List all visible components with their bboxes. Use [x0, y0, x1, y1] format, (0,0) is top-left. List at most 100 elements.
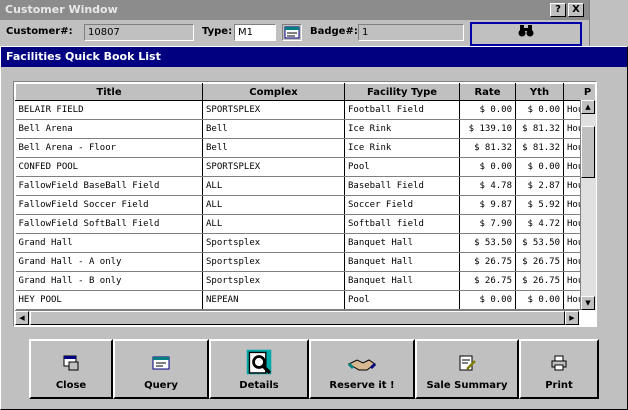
vertical-scrollbar[interactable]: ▲ ▼ — [580, 100, 596, 310]
vertical-scroll-thumb[interactable] — [581, 126, 595, 178]
table-row[interactable]: Grand Hall - B only Sportsplex Banquet Hal… — [15, 271, 595, 291]
table-cell: Grand Hall — [15, 233, 203, 253]
table-cell: $ 0.00 — [459, 290, 516, 310]
close-button-label: Close — [55, 380, 87, 391]
table-cell: $ 53.50 — [459, 233, 516, 253]
table-cell: $ 81.32 — [459, 138, 516, 158]
table-cell: $ 0.00 — [459, 157, 516, 177]
query-button[interactable]: Query — [113, 339, 209, 399]
table-row[interactable]: CONFED POOL SPORTSPLEX Pool $ 0.00 $ 0.00 Hou… — [15, 157, 595, 177]
table-cell: Ice Rink — [344, 119, 460, 139]
table-cell: Ice Rink — [344, 138, 460, 158]
table-cell: $ 7.90 — [459, 214, 516, 234]
table-cell: $ 139.10 — [459, 119, 516, 139]
horizontal-scrollbar[interactable]: ◀ ▶ — [15, 310, 579, 325]
header-row: Title Complex Facility Type Rate Yth P — [15, 83, 595, 101]
table-cell: $ 26.75 — [515, 271, 564, 291]
help-button[interactable]: ? — [550, 3, 566, 17]
lookup-list-icon — [284, 26, 300, 39]
table-cell: Bell — [202, 138, 345, 158]
table-cell: $ 26.75 — [459, 271, 516, 291]
table-cell: $ 0.00 — [515, 157, 564, 177]
table-row[interactable]: Grand Hall Sportsplex Banquet Hall $ 53.50 $… — [15, 233, 595, 253]
search-button[interactable] — [470, 22, 582, 46]
table-cell: $ 81.32 — [515, 119, 564, 139]
table-cell: Grand Hall - B only — [15, 271, 203, 291]
summary-edit-icon — [459, 355, 476, 371]
table-cell: Sportsplex — [202, 271, 345, 291]
table-cell: Sportsplex — [202, 233, 345, 253]
table-cell: BELAIR FIELD — [15, 100, 203, 120]
table-cell: $ 0.00 — [459, 100, 516, 120]
table-cell: Banquet Hall — [344, 233, 460, 253]
table-cell: Football Field — [344, 100, 460, 120]
customer-number-field[interactable]: 10807 — [84, 24, 194, 41]
table-cell: FallowField BaseBall Field — [15, 176, 203, 196]
print-button-label: Print — [545, 380, 573, 391]
sale-summary-button[interactable]: Sale Summary — [415, 339, 519, 399]
badge-label: Badge#: — [310, 26, 358, 37]
reserve-button-label: Reserve it ! — [329, 380, 395, 391]
scroll-left-button[interactable]: ◀ — [15, 311, 29, 325]
facilities-quick-book-dialog: Facilities Quick Book List Title Complex… — [0, 46, 628, 410]
details-button[interactable]: Details — [209, 339, 309, 399]
table-cell: Baseball Field — [344, 176, 460, 196]
details-button-label: Details — [239, 380, 279, 391]
magnifier-document-icon — [246, 349, 272, 375]
column-header-yth[interactable]: Yth — [515, 83, 564, 101]
column-header-complex[interactable]: Complex — [202, 83, 345, 101]
table-row[interactable]: BELAIR FIELD SPORTSPLEX Football Field $ 0.… — [15, 100, 595, 120]
handshake-icon — [347, 359, 377, 371]
print-button[interactable]: Print — [519, 339, 599, 399]
facilities-grid[interactable]: Title Complex Facility Type Rate Yth P B… — [13, 81, 597, 327]
close-window-button[interactable]: X — [568, 3, 584, 17]
table-cell: $ 9.87 — [459, 195, 516, 215]
binoculars-icon — [518, 25, 534, 41]
type-lookup-button[interactable] — [282, 24, 302, 41]
scroll-up-button[interactable]: ▲ — [581, 100, 595, 114]
table-cell: Pool — [344, 290, 460, 310]
table-cell: CONFED POOL — [15, 157, 203, 177]
table-cell: Bell Arena - Floor — [15, 138, 203, 158]
grid-viewport: Title Complex Facility Type Rate Yth P B… — [15, 83, 595, 310]
table-row[interactable]: Bell Arena - Floor Bell Ice Rink $ 81.32 $ 8… — [15, 138, 595, 158]
table-cell: Softball field — [344, 214, 460, 234]
scroll-down-button[interactable]: ▼ — [581, 296, 595, 310]
table-row[interactable]: FallowField Soccer Field ALL Soccer Field $… — [15, 195, 595, 215]
query-form-icon — [152, 356, 170, 370]
horizontal-scroll-thumb[interactable] — [30, 311, 565, 325]
table-row[interactable]: FallowField BaseBall Field ALL Baseball Fi… — [15, 176, 595, 196]
table-cell: Grand Hall - A only — [15, 252, 203, 272]
customer-window-titlebar: Customer Window ? X — [0, 0, 589, 20]
table-cell: $ 81.32 — [515, 138, 564, 158]
table-cell: Bell Arena — [15, 119, 203, 139]
table-cell: $ 0.00 — [515, 290, 564, 310]
column-header-facility-type[interactable]: Facility Type — [344, 83, 460, 101]
table-row[interactable]: FallowField SoftBall Field ALL Softball fi… — [15, 214, 595, 234]
table-cell: $ 5.92 — [515, 195, 564, 215]
scroll-right-button[interactable]: ▶ — [565, 311, 579, 325]
printer-icon — [551, 355, 567, 371]
customer-window-title: Customer Window — [5, 3, 118, 16]
badge-field[interactable]: 1 — [358, 24, 464, 41]
customer-window: Customer Window ? X Customer#: 10807 Typ… — [0, 0, 590, 46]
column-header-title[interactable]: Title — [15, 83, 203, 101]
column-header-p[interactable]: P — [563, 83, 595, 101]
close-button[interactable]: Close — [29, 339, 113, 399]
type-field[interactable]: M1 — [234, 24, 276, 41]
table-row[interactable]: HEY POOL NEPEAN Pool $ 0.00 $ 0.00 Hour — [15, 290, 595, 310]
table-cell: $ 26.75 — [515, 252, 564, 272]
table-row[interactable]: Bell Arena Bell Ice Rink $ 139.10 $ 81.32 Hou… — [15, 119, 595, 139]
table-cell: $ 4.72 — [515, 214, 564, 234]
reserve-button[interactable]: Reserve it ! — [309, 339, 415, 399]
table-cell: Soccer Field — [344, 195, 460, 215]
sale-summary-button-label: Sale Summary — [426, 380, 508, 391]
dialog-title: Facilities Quick Book List — [6, 50, 161, 63]
table-row[interactable]: Grand Hall - A only Sportsplex Banquet Hal… — [15, 252, 595, 272]
type-label: Type: — [202, 26, 233, 37]
table-cell: Bell — [202, 119, 345, 139]
table-cell: $ 4.78 — [459, 176, 516, 196]
column-header-rate[interactable]: Rate — [459, 83, 516, 101]
table-cell: Pool — [344, 157, 460, 177]
window-close-icon — [63, 355, 79, 371]
